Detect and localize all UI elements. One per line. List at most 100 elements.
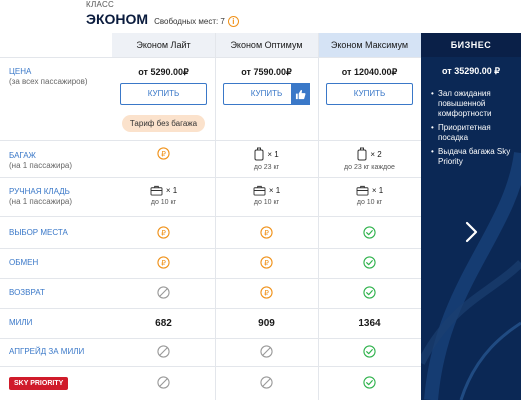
paid-icon: ₽	[260, 286, 273, 299]
upgrade-maximum	[318, 345, 421, 363]
svg-text:₽: ₽	[264, 258, 269, 267]
tariff-header-light: Эконом Лайт	[112, 33, 215, 57]
buy-cell: КУПИТЬ	[318, 83, 421, 105]
chevron-right-icon[interactable]	[459, 217, 483, 247]
seats-available: Свободных мест: 7	[154, 17, 225, 26]
not-available-icon	[260, 376, 273, 389]
row-label-baggage: БАГАЖ (на 1 пассажира)	[9, 151, 72, 171]
row-label-sub: (на 1 пассажира)	[9, 197, 73, 206]
business-feature: Приоритетная посадка	[431, 123, 513, 143]
included-icon	[363, 345, 376, 358]
price-light: от 5290.00₽	[138, 67, 189, 77]
paid-icon: ₽	[260, 256, 273, 269]
hand-note: до 10 кг	[150, 199, 177, 206]
no-baggage-note: Тариф без багажа	[112, 113, 215, 132]
class-header: КЛАСС ЭКОНОМ Свободных мест: 7 i	[86, 0, 239, 27]
seat-optimum: ₽	[215, 226, 318, 244]
exchange-maximum	[318, 256, 421, 274]
row-label-miles[interactable]: МИЛИ	[9, 318, 32, 328]
baggage-light: ₽	[112, 147, 215, 160]
hand-maximum: × 1 до 10 кг	[318, 185, 421, 206]
paid-icon: ₽	[157, 256, 170, 269]
buy-label: КУПИТЬ	[147, 89, 180, 98]
suitcase-icon	[357, 147, 367, 161]
row-label-seat-selection[interactable]: ВЫБОР МЕСТА	[9, 228, 68, 238]
upgrade-light	[112, 345, 215, 363]
svg-text:₽: ₽	[161, 258, 166, 267]
briefcase-icon	[356, 185, 369, 196]
buy-button-optimum[interactable]: КУПИТЬ	[223, 83, 310, 105]
business-title: БИЗНЕС	[450, 40, 492, 50]
business-feature: Выдача багажа Sky Priority	[431, 147, 513, 167]
not-available-icon	[157, 345, 170, 358]
baggage-note: до 23 кг	[253, 164, 280, 171]
upgrade-optimum	[215, 345, 318, 363]
buy-button-light[interactable]: КУПИТЬ	[120, 83, 207, 105]
paid-icon: ₽	[157, 226, 170, 239]
miles-light: 682	[155, 318, 172, 329]
tariff-header-maximum: Эконом Максимум	[318, 33, 421, 57]
row-label-upgrade[interactable]: АПГРЕЙД ЗА МИЛИ	[9, 347, 84, 357]
tariff-header-optimum: Эконом Оптимум	[215, 33, 318, 57]
buy-button-maximum[interactable]: КУПИТЬ	[326, 83, 413, 105]
included-icon	[363, 226, 376, 239]
svg-text:₽: ₽	[264, 288, 269, 297]
baggage-maximum: × 2 до 23 кг каждое	[318, 147, 421, 171]
not-available-icon	[157, 286, 170, 299]
svg-text:₽: ₽	[264, 228, 269, 237]
divider	[0, 216, 421, 217]
info-icon[interactable]: i	[227, 16, 239, 27]
hand-note: до 10 кг	[356, 199, 383, 206]
baggage-optimum: × 1 до 23 кг	[215, 147, 318, 171]
svg-text:₽: ₽	[161, 228, 166, 237]
briefcase-icon	[150, 185, 163, 196]
row-label-exchange[interactable]: ОБМЕН	[9, 258, 38, 268]
baggage-note: до 23 кг каждое	[344, 164, 395, 171]
row-label-sub: (за всех пассажиров)	[9, 77, 88, 86]
buy-label: КУПИТЬ	[250, 89, 283, 98]
svg-text:₽: ₽	[161, 149, 166, 158]
included-icon	[363, 286, 376, 299]
sky-priority-optimum	[215, 376, 318, 394]
class-name: ЭКОНОМ	[86, 11, 149, 27]
hand-optimum: × 1 до 10 кг	[215, 185, 318, 206]
hand-light: × 1 до 10 кг	[112, 185, 215, 206]
sky-priority-maximum	[318, 376, 421, 394]
not-available-icon	[157, 376, 170, 389]
hand-note: до 10 кг	[253, 199, 280, 206]
seat-light: ₽	[112, 226, 215, 244]
refund-light	[112, 286, 215, 304]
refund-optimum: ₽	[215, 286, 318, 304]
row-label-price: ЦЕНА (за всех пассажиров)	[9, 67, 88, 87]
refund-maximum	[318, 286, 421, 304]
briefcase-icon	[253, 185, 266, 196]
exchange-optimum: ₽	[215, 256, 318, 274]
row-label-text: РУЧНАЯ КЛАДЬ	[9, 187, 70, 196]
buy-label: КУПИТЬ	[353, 89, 386, 98]
suitcase-icon	[254, 147, 264, 161]
divider	[0, 177, 421, 178]
divider	[0, 57, 421, 58]
sky-priority-badge[interactable]: SKY PRIORITY	[9, 377, 69, 390]
divider	[0, 278, 421, 279]
row-label-sub: (на 1 пассажира)	[9, 161, 73, 170]
row-label-refund[interactable]: ВОЗВРАТ	[9, 288, 45, 298]
row-label-hand-luggage: РУЧНАЯ КЛАДЬ (на 1 пассажира)	[9, 187, 72, 207]
business-price: от 35290.00 ₽	[442, 66, 500, 76]
business-panel[interactable]: БИЗНЕС от 35290.00 ₽ Зал ожидания повыше…	[421, 33, 521, 400]
divider	[0, 308, 421, 309]
baggage-count: × 1	[267, 149, 279, 159]
price-maximum: от 12040.00₽	[341, 67, 398, 77]
seat-maximum	[318, 226, 421, 244]
divider	[0, 366, 421, 367]
divider	[0, 248, 421, 249]
row-label-text: БАГАЖ	[9, 151, 36, 160]
hand-count: × 1	[268, 186, 281, 195]
class-caption: КЛАСС	[86, 0, 115, 9]
not-available-icon	[260, 345, 273, 358]
included-icon	[363, 376, 376, 389]
business-features: Зал ожидания повышенной комфортности При…	[431, 89, 513, 171]
paid-icon: ₽	[260, 226, 273, 239]
business-feature: Зал ожидания повышенной комфортности	[431, 89, 513, 119]
included-icon	[363, 256, 376, 269]
